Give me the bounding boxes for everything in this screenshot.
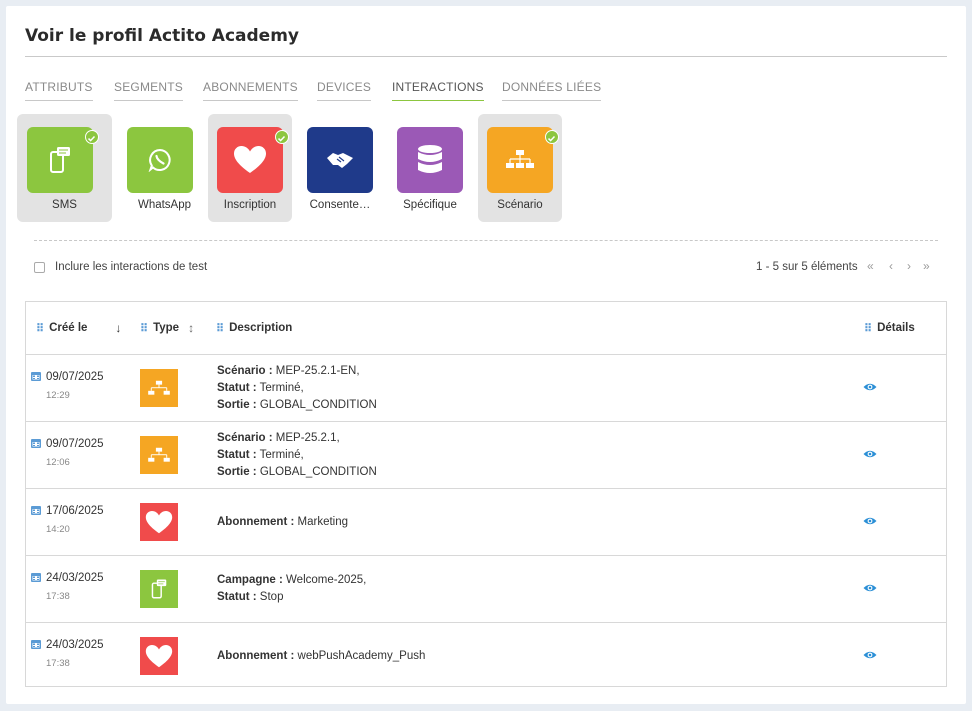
- created-date: 24/03/2025: [31, 572, 104, 584]
- column-label: Créé le: [49, 322, 88, 334]
- filter-sms[interactable]: SMS: [17, 114, 112, 222]
- sort-desc-icon[interactable]: ↓: [115, 321, 121, 335]
- date-text: 24/03/2025: [46, 572, 104, 584]
- date-text: 09/07/2025: [46, 371, 104, 383]
- section-divider: [34, 240, 938, 241]
- created-time: 17:38: [46, 658, 70, 669]
- scenario-flow-icon: [140, 436, 178, 474]
- column-header-description[interactable]: ⠿ Description: [216, 302, 292, 354]
- date-text: 09/07/2025: [46, 438, 104, 450]
- calendar-icon: [31, 506, 41, 515]
- created-date: 17/06/2025: [31, 505, 104, 517]
- phone-message-icon: [140, 570, 178, 608]
- eye-icon[interactable]: [863, 650, 877, 660]
- heart-icon: [217, 127, 283, 193]
- filter-label: Consente…: [309, 199, 371, 211]
- calendar-icon: [31, 372, 41, 381]
- tab-devices[interactable]: DEVICES: [317, 80, 372, 101]
- filter-label: Scénario: [497, 199, 543, 211]
- eye-icon[interactable]: [863, 516, 877, 526]
- description: Abonnement : Marketing: [217, 516, 348, 528]
- include-test-checkbox[interactable]: [34, 262, 45, 273]
- next-page-icon[interactable]: ›: [907, 259, 911, 273]
- drag-handle-icon[interactable]: ⠿: [216, 322, 224, 335]
- created-date: 09/07/2025: [31, 371, 104, 383]
- column-label: Description: [229, 322, 293, 334]
- handshake-icon: [307, 127, 373, 193]
- filter-scenario[interactable]: Scénario: [478, 114, 562, 222]
- include-test-label: Inclure les interactions de test: [55, 261, 208, 273]
- drag-handle-icon[interactable]: ⠿: [36, 322, 44, 335]
- sort-icon[interactable]: ↕: [188, 321, 194, 335]
- created-date: 09/07/2025: [31, 438, 104, 450]
- tab-attributs[interactable]: ATTRIBUTS: [25, 80, 93, 101]
- heart-icon: [140, 503, 178, 541]
- title-divider: [25, 56, 947, 57]
- drag-handle-icon[interactable]: ⠿: [140, 322, 148, 335]
- filter-whatsapp[interactable]: WhatsApp: [107, 114, 202, 222]
- tab-donnees-liees[interactable]: DONNÉES LIÉES: [502, 80, 602, 101]
- filter-label: Inscription: [223, 199, 277, 211]
- description: Abonnement : webPushAcademy_Push: [217, 650, 426, 662]
- column-header-type[interactable]: ⠿ Type ↕: [140, 302, 194, 354]
- eye-icon[interactable]: [863, 449, 877, 459]
- heart-icon: [140, 637, 178, 675]
- description: Campagne : Welcome-2025, Statut : Stop: [217, 574, 367, 603]
- last-page-icon[interactable]: »: [923, 259, 930, 273]
- date-text: 24/03/2025: [46, 639, 104, 651]
- filter-label: SMS: [52, 199, 77, 211]
- created-time: 12:29: [46, 390, 70, 401]
- selected-check-icon: [545, 130, 559, 144]
- filter-label: Spécifique: [403, 199, 457, 211]
- phone-message-icon: [27, 127, 93, 193]
- scenario-flow-icon: [140, 369, 178, 407]
- selected-check-icon: [85, 130, 99, 144]
- selected-check-icon: [275, 130, 289, 144]
- prev-page-icon[interactable]: ‹: [889, 259, 893, 273]
- eye-icon[interactable]: [863, 583, 877, 593]
- table-row: 09/07/2025 12:06 Scénario : MEP-25.2.1, …: [26, 422, 946, 488]
- table-row: 09/07/2025 12:29 Scénario : MEP-25.2.1-E…: [26, 355, 946, 421]
- scenario-flow-icon: [487, 127, 553, 193]
- created-time: 17:38: [46, 591, 70, 602]
- column-header-created[interactable]: ⠿ Créé le ↓: [36, 302, 121, 354]
- created-date: 24/03/2025: [31, 639, 104, 651]
- column-label: Type: [153, 322, 180, 334]
- filter-inscription[interactable]: Inscription: [208, 114, 292, 222]
- table-row: 24/03/2025 17:38 Campagne : Welcome-2025…: [26, 556, 946, 622]
- calendar-icon: [31, 573, 41, 582]
- filter-specifique[interactable]: Spécifique: [388, 114, 472, 222]
- date-text: 17/06/2025: [46, 505, 104, 517]
- column-label: Détails: [877, 322, 915, 334]
- description: Scénario : MEP-25.2.1-EN, Statut : Termi…: [217, 365, 377, 411]
- created-time: 14:20: [46, 524, 70, 535]
- page-title: Voir le profil Actito Academy: [25, 26, 300, 46]
- calendar-icon: [31, 640, 41, 649]
- table-row: 24/03/2025 17:38 Abonnement : webPushAca…: [26, 623, 946, 689]
- tab-segments[interactable]: SEGMENTS: [114, 80, 183, 101]
- interactions-table: ⠿ Créé le ↓ ⠿ Type ↕ ⠿ Description ⠿ Dét…: [25, 301, 947, 687]
- table-row: 17/06/2025 14:20 Abonnement : Marketing: [26, 489, 946, 555]
- eye-icon[interactable]: [863, 382, 877, 392]
- profile-card: Voir le profil Actito Academy ATTRIBUTS …: [6, 6, 966, 704]
- tab-abonnements[interactable]: ABONNEMENTS: [203, 80, 298, 101]
- drag-handle-icon[interactable]: ⠿: [864, 322, 872, 335]
- filter-consentement[interactable]: Consente…: [298, 114, 382, 222]
- whatsapp-icon: [127, 127, 193, 193]
- created-time: 12:06: [46, 457, 70, 468]
- description: Scénario : MEP-25.2.1, Statut : Terminé,…: [217, 432, 377, 478]
- pagination-summary: 1 - 5 sur 5 éléments: [756, 261, 858, 273]
- database-icon: [397, 127, 463, 193]
- first-page-icon[interactable]: «: [867, 259, 874, 273]
- calendar-icon: [31, 439, 41, 448]
- tab-interactions[interactable]: INTERACTIONS: [392, 80, 484, 101]
- column-header-details[interactable]: ⠿ Détails: [864, 302, 915, 354]
- filter-label: WhatsApp: [137, 199, 192, 211]
